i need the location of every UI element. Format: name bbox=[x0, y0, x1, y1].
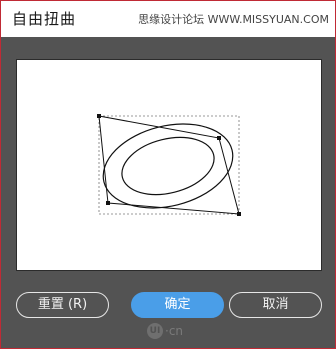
handle-top-right[interactable] bbox=[217, 136, 221, 140]
cancel-button[interactable]: 取消 bbox=[229, 292, 322, 318]
handle-bottom-left[interactable] bbox=[106, 201, 110, 205]
distort-preview-graphic bbox=[97, 114, 241, 216]
uicn-logo-suffix: ·cn bbox=[165, 324, 184, 338]
distort-preview-canvas[interactable] bbox=[16, 59, 322, 271]
outer-ellipse bbox=[102, 123, 234, 209]
watermark-text: 思缘设计论坛 WWW.MISSYUAN.COM bbox=[138, 13, 329, 26]
handle-top-left[interactable] bbox=[97, 114, 101, 118]
uicn-badge-icon: UI bbox=[147, 323, 163, 339]
inner-ellipse bbox=[121, 136, 215, 196]
original-bounds bbox=[98, 115, 240, 215]
distort-envelope bbox=[98, 115, 240, 215]
dialog-title: 自由扭曲 bbox=[12, 10, 77, 28]
reset-button[interactable]: 重置 (R) bbox=[16, 292, 109, 318]
title-bar: 自由扭曲 思缘设计论坛 WWW.MISSYUAN.COM bbox=[1, 1, 335, 37]
free-distort-dialog: 自由扭曲 思缘设计论坛 WWW.MISSYUAN.COM 重置 (R) 确定 取… bbox=[0, 0, 336, 349]
ok-button[interactable]: 确定 bbox=[131, 292, 224, 318]
handle-bottom-right[interactable] bbox=[237, 212, 241, 216]
uicn-logo: UI ·cn bbox=[147, 323, 189, 341]
